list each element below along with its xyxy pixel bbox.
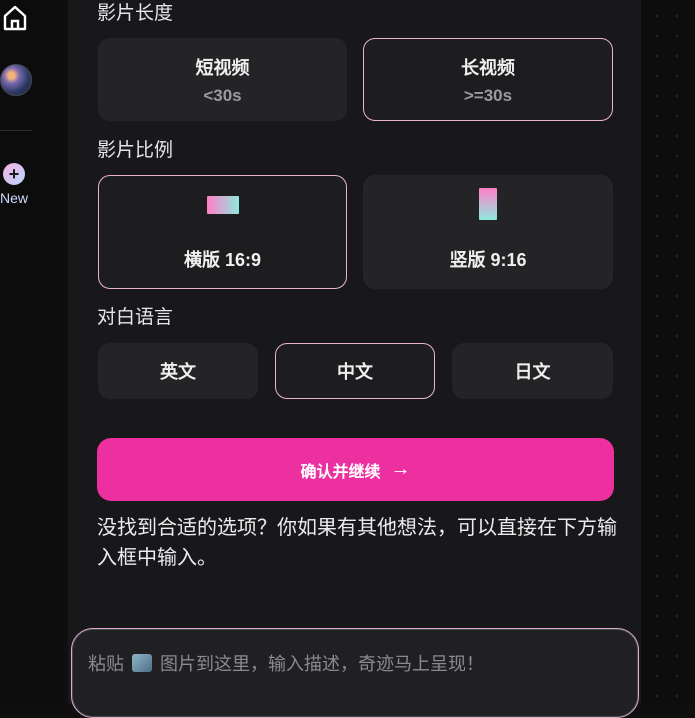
hint-text: 没找到合适的选项？你如果有其他想法，可以直接在下方输入框中输入。 <box>97 517 617 569</box>
ratio-option-landscape[interactable]: 横版 16:9 <box>98 175 347 289</box>
length-section-label: 影片长度 <box>97 3 174 24</box>
length-option-title: 长视频 <box>461 57 515 78</box>
language-option-chinese[interactable]: 中文 <box>275 343 435 399</box>
length-option-sub: <30s <box>203 85 242 105</box>
prompt-placeholder: 粘贴 图片到这里，输入描述，奇迹马上呈现！ <box>88 650 484 676</box>
length-option-long[interactable]: 长视频 >=30s <box>363 38 613 121</box>
sidebar: + New <box>0 0 64 704</box>
language-option-title: 中文 <box>337 362 373 382</box>
ratio-option-portrait[interactable]: 竖版 9:16 <box>363 175 613 289</box>
confirm-button[interactable]: 确认并继续 → <box>97 438 614 501</box>
avatar[interactable] <box>0 64 32 96</box>
plus-icon: + <box>3 163 25 185</box>
language-option-english[interactable]: 英文 <box>98 343 258 399</box>
landscape-ratio-icon <box>206 196 239 214</box>
length-option-title: 短视频 <box>195 57 250 78</box>
arrow-right-icon: → <box>390 458 411 480</box>
background-dots <box>641 0 695 704</box>
ratio-section-label: 影片比例 <box>97 140 174 161</box>
new-button[interactable]: + New <box>0 160 40 210</box>
language-section-label: 对白语言 <box>97 307 174 328</box>
length-option-short[interactable]: 短视频 <30s <box>98 38 347 121</box>
placeholder-pre: 粘贴 <box>88 654 124 674</box>
new-label: New <box>0 190 29 206</box>
ratio-option-title: 横版 16:9 <box>183 250 262 270</box>
language-option-title: 英文 <box>160 362 196 382</box>
home-icon[interactable] <box>2 4 28 32</box>
sidebar-divider <box>0 130 32 131</box>
length-option-sub: >=30s <box>463 85 513 105</box>
confirm-label: 确认并继续 <box>300 463 381 481</box>
portrait-ratio-icon <box>479 188 497 220</box>
placeholder-post: 图片到这里，输入描述，奇迹马上呈现！ <box>160 654 484 674</box>
language-option-title: 日文 <box>514 362 551 382</box>
image-icon <box>132 654 152 672</box>
ratio-option-title: 竖版 9:16 <box>449 250 527 270</box>
language-option-japanese[interactable]: 日文 <box>452 343 613 399</box>
